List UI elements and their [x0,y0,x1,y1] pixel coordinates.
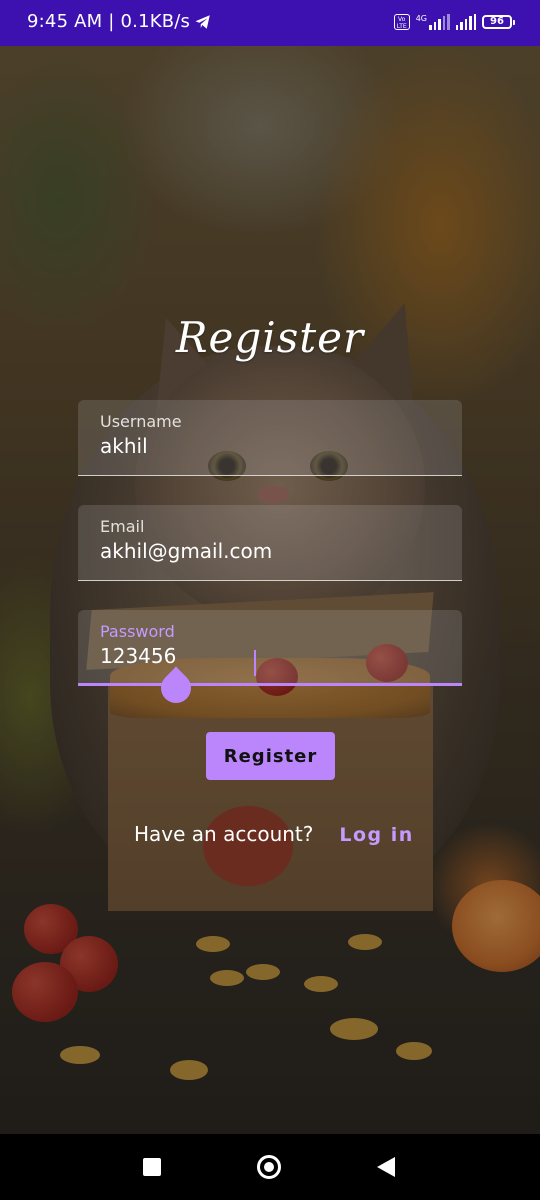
username-label: Username [100,412,182,431]
register-title: Register [175,313,365,362]
email-label: Email [100,517,145,536]
signal-icon-1 [429,14,450,30]
email-field[interactable]: Email akhil@gmail.com [78,505,462,581]
login-link[interactable]: Log in [339,824,413,846]
password-field[interactable]: Password 123456 [78,610,462,686]
status-right: Vo LTE 4G 96 [393,13,515,30]
login-row: Have an account? Log in [134,822,414,846]
photo-dim-overlay [0,46,540,1134]
status-bar: 9:45 AM | 0.1KB/s Vo LTE 4G 96 [0,0,540,46]
signal-icon-2 [455,14,476,30]
navigation-bar [0,1134,540,1200]
status-left: 9:45 AM | 0.1KB/s [27,11,212,32]
cursor-handle[interactable] [154,666,198,710]
volte-icon: Vo LTE [393,14,410,30]
status-time-speed: 9:45 AM | 0.1KB/s [27,11,191,32]
password-value[interactable]: 123456 [100,644,176,668]
register-button[interactable]: Register [206,732,335,780]
email-value[interactable]: akhil@gmail.com [100,539,272,563]
password-label: Password [100,622,175,641]
home-icon[interactable] [257,1155,281,1179]
battery-level: 96 [490,16,504,27]
text-cursor [254,650,256,676]
back-icon[interactable] [377,1157,395,1177]
recents-icon[interactable] [143,1158,161,1176]
network-type: 4G [415,13,427,23]
have-account-text: Have an account? [134,822,314,846]
background-cat-photo [0,46,540,1134]
register-screen: 9:45 AM | 0.1KB/s Vo LTE 4G 96 Register … [0,0,540,1200]
telegram-icon [195,14,210,29]
username-value[interactable]: akhil [100,434,148,458]
battery-icon: 96 [482,15,515,29]
username-field[interactable]: Username akhil [78,400,462,476]
